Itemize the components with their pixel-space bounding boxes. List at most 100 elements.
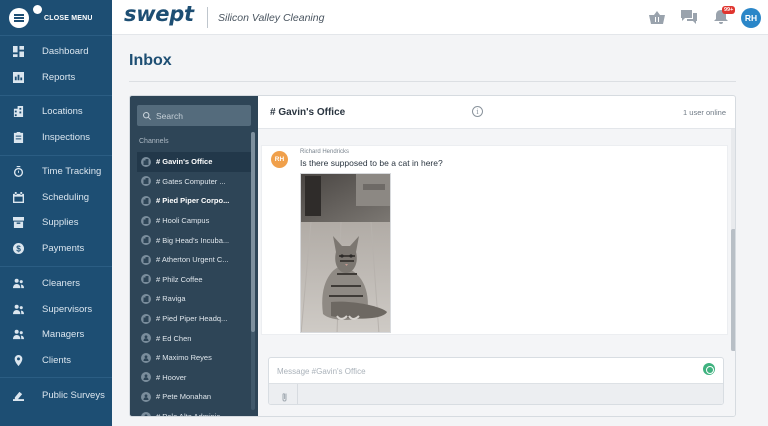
channel-item[interactable]: # Hooli Campus: [137, 211, 251, 231]
paperclip-icon: [282, 393, 287, 402]
survey-icon: [13, 392, 24, 402]
info-icon[interactable]: i: [472, 106, 483, 117]
channel-item[interactable]: # Pete Monahan: [137, 387, 251, 407]
channel-scrollbar[interactable]: [251, 132, 255, 332]
channel-item[interactable]: # Palo Alto Adminis...: [137, 407, 251, 416]
channel-list: # Gavin's Office # Gates Computer ... # Pi…: [137, 152, 251, 416]
building-icon: [141, 293, 151, 304]
chat-header: # Gavin's Office i 1 user online: [258, 96, 735, 129]
sidebar-item-scheduling[interactable]: Scheduling: [0, 185, 112, 211]
sidebar-item-label: Scheduling: [42, 191, 90, 203]
channel-item[interactable]: # Maximo Reyes: [137, 348, 251, 368]
person-icon: [141, 372, 151, 383]
sidebar-item-label: Dashboard: [42, 46, 89, 58]
supervisors-icon: [13, 304, 24, 314]
sidebar-item-label: Time Tracking: [42, 166, 102, 178]
brand-divider: [207, 7, 208, 28]
nav-group-operations: Time Tracking Scheduling Supplies $ Paym…: [0, 159, 112, 261]
brand-logo[interactable]: swept: [124, 2, 194, 26]
channel-item[interactable]: # Gavin's Office: [137, 152, 251, 172]
sidebar-item-label: Managers: [42, 329, 85, 341]
building-icon: [141, 235, 151, 246]
channel-search[interactable]: [137, 105, 251, 126]
channel-label: # Atherton Urgent C...: [156, 255, 229, 265]
sidebar-item-public-surveys[interactable]: Public Surveys: [0, 383, 112, 409]
cat-photo-image: [301, 174, 390, 332]
sidebar-item-dashboard[interactable]: Dashboard: [0, 39, 112, 65]
sidebar-item-label: Inspections: [42, 131, 91, 143]
close-menu-button[interactable]: CLOSE MENU: [9, 5, 93, 29]
page-title: Inbox: [129, 52, 172, 69]
channel-item[interactable]: # Gates Computer ...: [137, 172, 251, 192]
attach-button[interactable]: [280, 390, 290, 402]
building-icon: [141, 274, 151, 285]
dot-icon: [33, 5, 42, 14]
nav-divider: [0, 155, 112, 156]
message-avatar[interactable]: RH: [271, 151, 288, 168]
person-icon: [141, 352, 151, 363]
sidebar-item-label: Clients: [42, 354, 72, 366]
sidebar-item-managers[interactable]: Managers: [0, 322, 112, 348]
channel-item[interactable]: # Pied Piper Corpo...: [137, 191, 251, 211]
stopwatch-icon: [13, 166, 24, 178]
dashboard-icon: [13, 46, 24, 58]
sidebar-item-label: Reports: [42, 71, 76, 83]
user-avatar[interactable]: RH: [741, 8, 761, 28]
calendar-icon: [13, 191, 24, 203]
nav-divider: [0, 35, 112, 36]
basket-icon: [649, 11, 665, 24]
message-composer: [268, 357, 724, 405]
building-icon: [141, 313, 151, 324]
channel-item[interactable]: # Ed Chen: [137, 328, 251, 348]
sidebar-item-time-tracking[interactable]: Time Tracking: [0, 159, 112, 185]
managers-icon: [13, 329, 24, 340]
nav-divider: [0, 266, 112, 267]
sidebar-item-supplies[interactable]: Supplies: [0, 210, 112, 236]
channel-item[interactable]: # Big Head's Incuba...: [137, 230, 251, 250]
top-bar: swept Silicon Valley Cleaning: [112, 0, 768, 35]
channel-item[interactable]: # Raviga: [137, 289, 251, 309]
chat-icon: [681, 10, 697, 24]
sidebar-item-clients[interactable]: Clients: [0, 348, 112, 374]
sidebar-item-inspections[interactable]: Inspections: [0, 125, 112, 151]
chat-title: # Gavin's Office: [270, 107, 346, 118]
channel-label: # Gavin's Office: [156, 157, 213, 167]
sidebar-item-cleaners[interactable]: Cleaners: [0, 271, 112, 297]
building-icon: [141, 176, 151, 187]
person-icon: [141, 391, 151, 402]
sidebar-item-supervisors[interactable]: Supervisors: [0, 297, 112, 323]
channel-item[interactable]: # Philz Coffee: [137, 270, 251, 290]
sidebar-item-label: Supervisors: [42, 303, 93, 315]
composer-divider: [297, 384, 298, 404]
box-icon: [13, 217, 24, 229]
channel-label: # Hooli Campus: [156, 216, 210, 226]
sidebar-item-locations[interactable]: Locations: [0, 99, 112, 125]
emoji-icon[interactable]: [703, 363, 715, 375]
sidebar-item-label: Supplies: [42, 217, 79, 229]
building-icon: [13, 106, 24, 118]
nav-group-people: Cleaners Supervisors Managers Clients: [0, 271, 112, 373]
nav-divider: [0, 95, 112, 96]
dollar-icon: $: [13, 242, 24, 254]
basket-button[interactable]: [649, 10, 665, 24]
person-icon: [141, 333, 151, 344]
channel-item[interactable]: # Pied Piper Headq...: [137, 309, 251, 329]
sidebar-item-reports[interactable]: Reports: [0, 65, 112, 91]
message-input[interactable]: [277, 363, 677, 379]
channel-label: # Big Head's Incuba...: [156, 235, 230, 245]
message-photo[interactable]: [300, 173, 391, 333]
sidebar-item-payments[interactable]: $ Payments: [0, 236, 112, 262]
main-sidebar: CLOSE MENU Dashboard Reports Locations I…: [0, 0, 112, 426]
chat-scrollbar[interactable]: [731, 229, 735, 351]
channel-item[interactable]: # Atherton Urgent C...: [137, 250, 251, 270]
building-icon: [141, 156, 151, 167]
search-input[interactable]: [156, 110, 246, 121]
composer-toolbar: [269, 383, 723, 404]
building-icon: [141, 215, 151, 226]
nav-group-surveys: Public Surveys: [0, 383, 112, 409]
close-menu-label: CLOSE MENU: [44, 14, 93, 22]
sidebar-item-label: Cleaners: [42, 278, 81, 290]
channel-item[interactable]: # Hoover: [137, 368, 251, 388]
person-icon: [141, 411, 151, 416]
messages-button[interactable]: [681, 10, 697, 24]
